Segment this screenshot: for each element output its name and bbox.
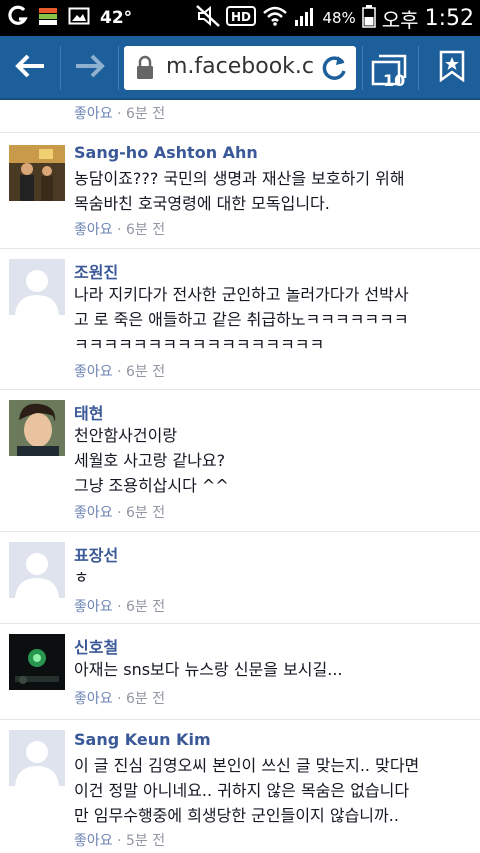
comment-text: 아재는 sns보다 뉴스랑 신문을 보시길...: [74, 657, 474, 682]
ampm-indicator: 오후: [381, 7, 419, 32]
default-avatar-icon: [9, 542, 65, 598]
mute-icon: [196, 5, 221, 31]
browser-toolbar: m.facebook.c 10: [0, 36, 480, 100]
commenter-name[interactable]: Sang Keun Kim: [74, 730, 211, 749]
like-link[interactable]: 좋아요: [74, 505, 113, 521]
avatar[interactable]: [9, 730, 65, 786]
forward-arrow-icon: [74, 53, 106, 83]
like-link[interactable]: 좋아요: [74, 691, 113, 707]
like-link[interactable]: 좋아요: [74, 106, 113, 122]
wifi-icon: [262, 5, 288, 31]
temperature: 42°: [100, 8, 133, 28]
comment-time: 6분 전: [126, 505, 166, 521]
url-text[interactable]: m.facebook.c: [166, 54, 314, 79]
like-link[interactable]: 좋아요: [74, 222, 113, 238]
bookmark-button[interactable]: [424, 36, 480, 100]
comment-line: 고 로 죽은 애들하고 같은 취급하노ㅋㅋㅋㅋㅋㅋㅋ: [74, 310, 409, 329]
avatar[interactable]: [9, 145, 65, 201]
comment-item: Sang-ho Ashton Ahn 농담이죠??? 국민의 생명과 재산을 보…: [0, 132, 480, 240]
comment-line: 이 글 진심 김영오씨 본인이 쓰신 글 맞는지.. 맞다면: [74, 756, 420, 775]
like-link[interactable]: 좋아요: [74, 833, 113, 849]
comment-line: 목숨바친 호국영령에 대한 모독입니다.: [74, 194, 330, 213]
comment-item: Sang Keun Kim 이 글 진심 김영오씨 본인이 쓰신 글 맞는지..…: [0, 719, 480, 853]
status-bar: 42° HD 48% 오후 1:52: [0, 0, 480, 36]
toolbar-divider: [418, 46, 419, 90]
comment-time: 6분 전: [126, 364, 166, 380]
svg-text:HD: HD: [231, 10, 251, 24]
back-arrow-icon: [14, 53, 46, 83]
comment-line: 세월호 사고랑 같나요?: [74, 451, 226, 470]
comment-line: 만 임무수행중에 희생당한 군인들이지 않습니까..: [74, 806, 399, 825]
bookmark-star-icon: [439, 50, 465, 86]
avatar[interactable]: [9, 634, 65, 690]
reload-icon[interactable]: [318, 52, 350, 88]
commenter-name[interactable]: 조원진: [74, 259, 118, 283]
comment-line: ㅎ: [74, 568, 89, 587]
comment-list: 좋아요 · 6분 전 Sang-ho Ashton Ahn 농담이죠??? 국민…: [0, 100, 480, 853]
comment-item: 신호철 아재는 sns보다 뉴스랑 신문을 보시길... 좋아요 · 6분 전: [0, 623, 480, 719]
comment-time: 5분 전: [126, 833, 166, 849]
default-avatar-icon: [9, 259, 65, 315]
hd-icon: HD: [226, 5, 257, 31]
comment-item: 표장선 ㅎ 좋아요 · 6분 전: [0, 531, 480, 621]
commenter-name[interactable]: 태현: [74, 400, 103, 424]
commenter-name[interactable]: 표장선: [74, 542, 118, 566]
comment-line: 그냥 조용히삽시다 ^^: [74, 476, 229, 495]
signal-icon: [294, 5, 316, 31]
comment-time: 6분 전: [126, 599, 166, 615]
default-avatar-icon: [9, 730, 65, 786]
comment-meta: 좋아요 · 6분 전: [74, 222, 166, 238]
comment-item: 조원진 나라 지키다가 전사한 군인하고 놀러가다가 선박사 고 로 죽은 애들…: [0, 248, 480, 388]
comment-meta: 좋아요 · 6분 전: [74, 691, 166, 707]
comment-meta: 좋아요 · 6분 전: [74, 106, 166, 122]
tabs-button[interactable]: 10: [364, 36, 414, 100]
comment-item: 태현 천안함사건이랑 세월호 사고랑 같나요? 그냥 조용히삽시다 ^^ 좋아요…: [0, 389, 480, 531]
comment-time: 6분 전: [126, 106, 166, 122]
comment-text: 이 글 진심 김영오씨 본인이 쓰신 글 맞는지.. 맞다면 이건 정말 아니네…: [74, 753, 474, 828]
comment-line: 이건 정말 아니네요.. 귀하지 않은 목숨은 없습니다: [74, 781, 410, 800]
like-link[interactable]: 좋아요: [74, 599, 113, 615]
toolbar-divider: [362, 46, 363, 90]
comment-meta: 좋아요 · 6분 전: [74, 505, 166, 521]
lock-icon: [134, 55, 156, 85]
comment-text: 천안함사건이랑 세월호 사고랑 같나요? 그냥 조용히삽시다 ^^: [74, 423, 474, 498]
like-link[interactable]: 좋아요: [74, 364, 113, 380]
battery-icon: [362, 4, 376, 32]
comment-line: 농담이죠??? 국민의 생명과 재산을 보호하기 위해: [74, 169, 405, 188]
image-icon: [68, 6, 90, 30]
battery-percent: 48%: [322, 9, 356, 27]
commenter-name[interactable]: 신호철: [74, 634, 118, 658]
tab-count: 10: [383, 71, 406, 90]
avatar[interactable]: [9, 400, 65, 456]
url-bar[interactable]: m.facebook.c: [124, 46, 356, 90]
flag-icon: [38, 6, 58, 30]
comment-line: ㅋㅋㅋㅋㅋㅋㅋㅋㅋㅋㅋㅋㅋㅋㅋㅋㅋ: [74, 335, 325, 354]
toolbar-divider: [60, 46, 61, 90]
avatar[interactable]: [9, 259, 65, 315]
comment-meta: 좋아요 · 5분 전: [74, 833, 166, 849]
comment-time: 6분 전: [126, 222, 166, 238]
comment-meta: 좋아요 · 6분 전: [74, 599, 166, 615]
comment-meta: 좋아요 · 6분 전: [74, 364, 166, 380]
comment-text: 농담이죠??? 국민의 생명과 재산을 보호하기 위해 목숨바친 호국영령에 대…: [74, 166, 474, 216]
comment-line: 천안함사건이랑: [74, 426, 178, 445]
comment-text: ㅎ: [74, 565, 474, 590]
comment-time: 6분 전: [126, 691, 166, 707]
commenter-name[interactable]: Sang-ho Ashton Ahn: [74, 143, 258, 162]
clock-time: 1:52: [424, 5, 474, 31]
avatar[interactable]: [9, 542, 65, 598]
g-icon: [8, 5, 28, 31]
forward-button[interactable]: [62, 36, 118, 100]
tabs-icon: 10: [369, 48, 409, 90]
toolbar-divider: [118, 46, 119, 90]
comment-line: 아재는 sns보다 뉴스랑 신문을 보시길...: [74, 660, 343, 679]
back-button[interactable]: [0, 36, 60, 100]
comment-text: 나라 지키다가 전사한 군인하고 놀러가다가 선박사 고 로 죽은 애들하고 같…: [74, 282, 474, 357]
comment-line: 나라 지키다가 전사한 군인하고 놀러가다가 선박사: [74, 285, 409, 304]
